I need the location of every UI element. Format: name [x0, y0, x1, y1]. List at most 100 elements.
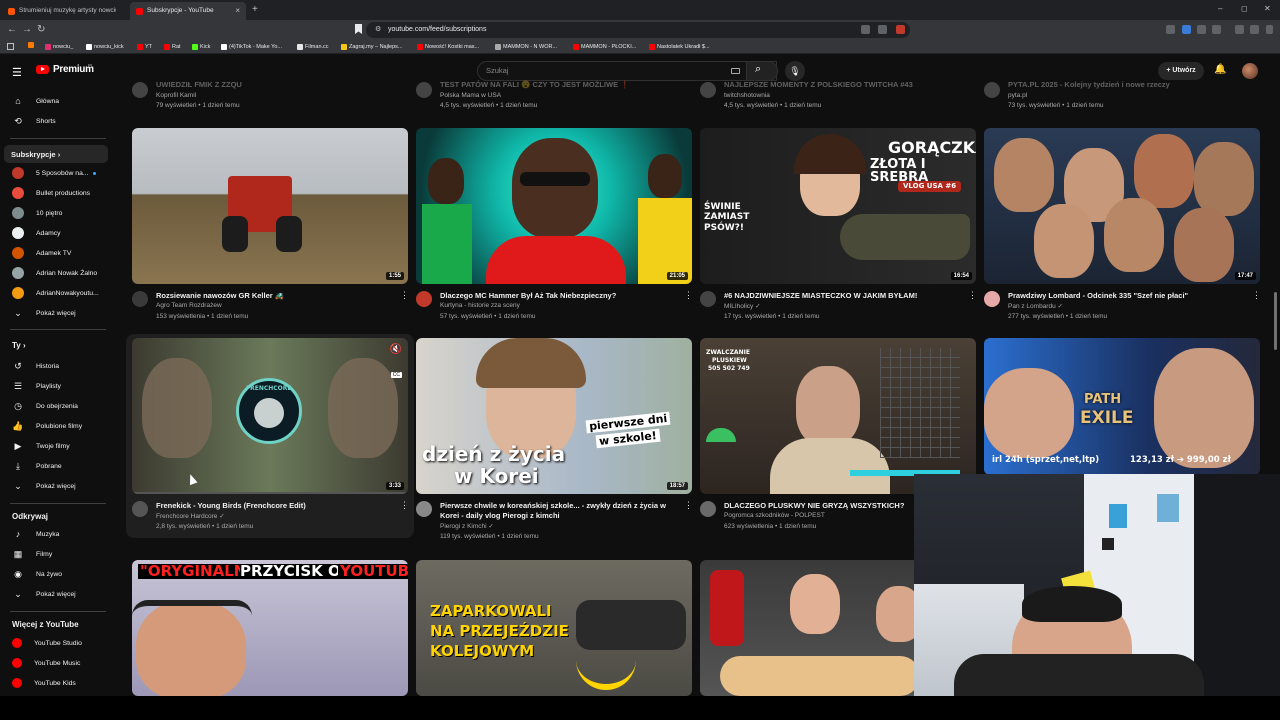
channel-name[interactable]: Pogromca szkodników - POLPEST [724, 512, 825, 519]
sidebar-item-show-more[interactable]: ⌄ Pokaż więcej [4, 304, 108, 322]
bookmark-item[interactable]: YT [137, 42, 152, 52]
video-thumbnail[interactable]: 17:47 [984, 128, 1260, 284]
channel-name[interactable]: twitchshotownia [724, 92, 770, 99]
create-button[interactable]: + Utwórz [1158, 62, 1204, 80]
new-tab-button[interactable]: + [252, 4, 258, 15]
channel-name[interactable]: Frenchcore Hardcore ✓ [156, 512, 225, 520]
more-options-icon[interactable]: ⋮ [684, 291, 693, 300]
channel-name[interactable]: Pan z Lombardu ✓ [1008, 302, 1063, 310]
extension-icon[interactable] [1182, 25, 1191, 34]
more-options-icon[interactable]: ⋮ [400, 291, 409, 300]
sidebar-item-channel[interactable]: 10 piętro [4, 204, 108, 222]
channel-avatar[interactable] [416, 291, 432, 307]
video-thumbnail[interactable]: ZAPARKOWALI NA PRZEJEŹDZIE KOLEJOWYM [416, 560, 692, 696]
more-options-icon[interactable]: ⋮ [1252, 291, 1261, 300]
bookmark-item[interactable]: MAMMON - N WOR... [495, 42, 557, 52]
sidebar-item-explore-2[interactable]: ◉ Na żywo [4, 565, 108, 583]
sidebar-item-channel[interactable]: Bullet productions [4, 184, 108, 202]
bookmark-item[interactable]: (4)TikTok - Make Yo... [221, 42, 282, 52]
channel-avatar[interactable] [700, 501, 716, 517]
sidebar-item-explore-1[interactable]: ▦ Filmy [4, 545, 108, 563]
sidebar-item-home[interactable]: ⌂ Główna [4, 92, 108, 110]
video-title[interactable]: PYTA.PL 2025 - Kolejny tydzień i nowe rz… [1008, 80, 1258, 89]
sidebar-item-you-4[interactable]: ▶ Twoje filmy [4, 437, 108, 455]
browser-tab-subscriptions[interactable]: Subskrypcje - YouTube × [130, 2, 246, 20]
page-scrollbar[interactable] [1274, 292, 1277, 350]
video-thumbnail[interactable]: 1:55 [132, 128, 408, 284]
more-options-icon[interactable]: ⋮ [684, 501, 693, 510]
sidebar-item-explore-0[interactable]: ♪ Muzyka [4, 525, 108, 543]
channel-name[interactable]: Kurtyna - historie zza sceny [440, 302, 520, 309]
sidebar-item-channel[interactable]: Adamek TV [4, 244, 108, 262]
notifications-bell-icon[interactable]: 🔔 [1214, 64, 1226, 75]
sidebar-item-show-more[interactable]: ⌄ Pokaż więcej [4, 477, 108, 495]
video-title-line2[interactable]: Korei - daily vlog Pierogi z kimchi [440, 511, 690, 520]
media-icon[interactable] [1235, 25, 1244, 34]
tab-close-icon[interactable]: × [235, 2, 240, 20]
you-heading[interactable]: Ty › [12, 341, 26, 350]
sidebar-item-you-1[interactable]: ☰ Playlisty [4, 377, 108, 395]
sidebar-item-channel[interactable]: 5 Sposobów na... [4, 164, 108, 182]
video-thumbnail[interactable]: GORĄCZKAZŁOTA I SREBRAVLOG USA #6ŚWINIE … [700, 128, 976, 284]
captions-icon[interactable]: CC [390, 372, 402, 378]
minimize-button[interactable]: – [1218, 4, 1222, 13]
youtube-premium-logo[interactable]: Premium [36, 64, 94, 75]
sidebar-item-channel[interactable]: Adrian Nowak Żalno [4, 264, 108, 282]
sidebar-subscriptions-heading[interactable]: Subskrypcje › [4, 145, 108, 163]
reload-button[interactable]: ↻ [37, 24, 45, 36]
account-avatar[interactable] [1242, 63, 1258, 79]
sidebar-item-more-0[interactable]: YouTube Studio [4, 634, 108, 652]
wallet-icon[interactable] [1250, 25, 1259, 34]
sidebar-item-show-more[interactable]: ⌄ Pokaż więcej [4, 585, 108, 603]
extension-icon[interactable] [1166, 25, 1175, 34]
channel-name[interactable]: Agro Team Rozdrażew [156, 302, 222, 309]
window-close-button[interactable]: ✕ [1264, 4, 1271, 13]
sidebar-item-you-2[interactable]: ◷ Do obejrzenia [4, 397, 108, 415]
channel-name[interactable]: Polska Mama w USA [440, 92, 501, 99]
channel-name[interactable]: MILIholicy ✓ [724, 302, 761, 310]
video-title[interactable]: Pierwsze chwile w koreańskiej szkole... … [440, 501, 690, 510]
share-icon[interactable] [878, 25, 887, 34]
more-options-icon[interactable]: ⋮ [400, 501, 409, 510]
menu-icon[interactable] [1266, 25, 1273, 34]
bookmark-item[interactable]: nowciu_kick [86, 42, 124, 52]
video-thumbnail[interactable]: ZWALCZANIE PLUSKIEW 505 502 749 [700, 338, 976, 494]
video-title[interactable]: UWIEDZIŁ FMIK Z ZZQU [156, 80, 406, 89]
bookmark-item[interactable]: nowciu_ [45, 42, 73, 52]
video-title[interactable]: Prawdziwy Lombard - Odcinek 335 "Szef ni… [1008, 291, 1258, 300]
cast-icon[interactable] [861, 25, 870, 34]
bookmark-item[interactable]: Zagraj.my – Najleps... [341, 42, 403, 52]
bookmark-item[interactable]: Rat [164, 42, 181, 52]
channel-avatar[interactable] [984, 291, 1000, 307]
extension-icon[interactable] [1212, 25, 1221, 34]
video-thumbnail[interactable]: FRENCHCORE 🔇 CC 3:33 [132, 338, 408, 494]
apps-grid-icon[interactable] [7, 43, 14, 50]
sidebar-item-channel[interactable]: Adamcy [4, 224, 108, 242]
sidebar-item-you-0[interactable]: ↺ Historia [4, 357, 108, 375]
browser-tab-music[interactable]: Strumieniuj muzykę artysty nowciu | [2, 2, 116, 20]
bookmark-item[interactable]: MAMMON - PŁOCKI... [573, 42, 636, 52]
channel-avatar[interactable] [416, 501, 432, 517]
bookmark-item[interactable]: Nowość! Kostki mas... [417, 42, 479, 52]
channel-avatar[interactable] [416, 82, 432, 98]
mute-icon[interactable]: 🔇 [390, 344, 402, 355]
forward-button[interactable]: → [22, 24, 32, 36]
video-thumbnail[interactable]: "ORYGINALNY"PRZYCISK ODYOUTUBE [132, 560, 408, 696]
bookmark-item[interactable]: Filman.cc [297, 42, 329, 52]
channel-name[interactable]: Koprofil Kamil [156, 92, 196, 99]
site-info-icon[interactable]: ⚙ [375, 25, 381, 33]
back-button[interactable]: ← [7, 24, 17, 36]
video-title[interactable]: Frenekick - Young Birds (Frenchcore Edit… [156, 501, 406, 510]
video-title[interactable]: NAJLEPSZE MOMENTY Z POLSKIEGO TWITCHA #4… [724, 80, 974, 89]
more-options-icon[interactable]: ⋮ [968, 291, 977, 300]
maximize-button[interactable]: ◻ [1241, 4, 1248, 13]
hamburger-menu-icon[interactable]: ☰ [12, 66, 22, 79]
channel-avatar[interactable] [984, 82, 1000, 98]
channel-avatar[interactable] [132, 82, 148, 98]
sidebar-item-you-5[interactable]: ⤓ Pobrane [4, 457, 108, 475]
bookmark-item[interactable] [28, 42, 36, 48]
brave-shield-icon[interactable] [896, 25, 905, 34]
video-title[interactable]: TEST PATÓW NA FALI 😮 CZY TO JEST MOŻLIWE… [440, 80, 690, 89]
channel-avatar[interactable] [132, 291, 148, 307]
channel-name[interactable]: pyta.pl [1008, 92, 1027, 99]
